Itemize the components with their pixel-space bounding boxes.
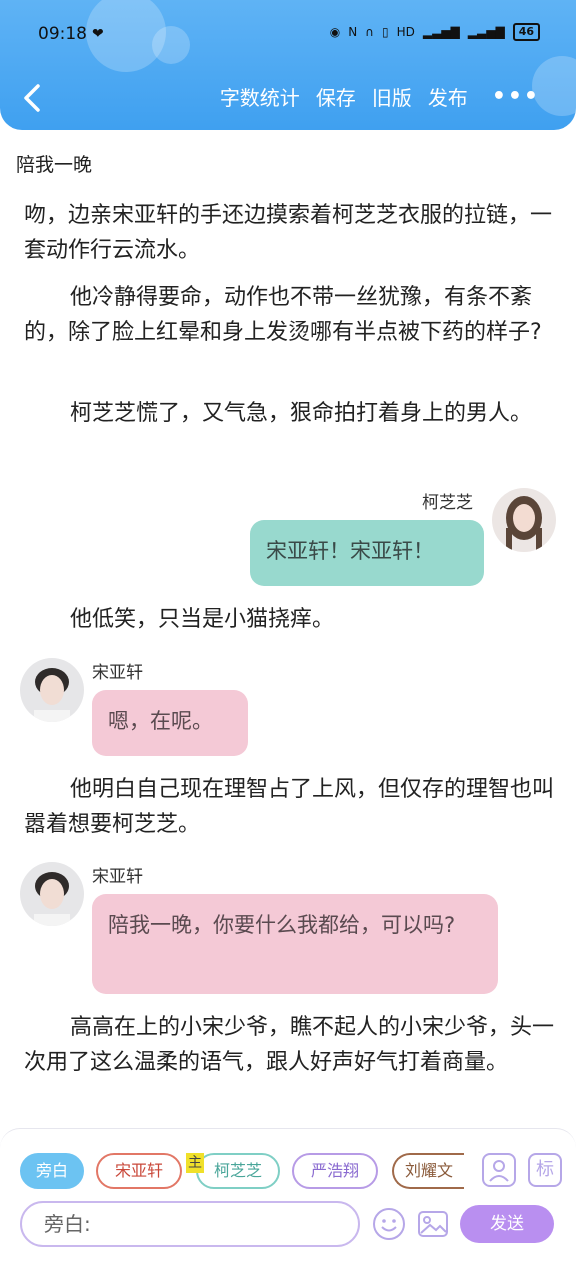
narration-paragraph[interactable]: 他冷静得要命，动作也不带一丝犹豫，有条不紊的，除了脸上红晕和身上发烫哪有半点被下… <box>24 280 554 350</box>
eye-icon: ◉ <box>329 25 341 39</box>
signal-2-icon: ▂▃▅▇ <box>467 25 505 39</box>
speaker-name: 柯芝芝 <box>422 493 473 513</box>
male-portrait-icon <box>20 658 84 722</box>
chevron-left-icon <box>24 84 40 112</box>
person-icon <box>489 1160 509 1182</box>
app-header: 09:18 ❤ ◉ N ∩ ▯ HD ▂▃▅▇ ▂▃▅▇ 46 字数统计 保存 … <box>0 0 576 130</box>
word-count-button[interactable]: 字数统计 <box>220 82 300 111</box>
emoji-button[interactable] <box>372 1207 406 1241</box>
composer-panel: 旁白 宋亚轩 柯芝芝 主 严浩翔 刘耀文 标 旁白: 发送 <box>0 1128 576 1280</box>
narration-paragraph[interactable]: 吻，边亲宋亚轩的手还边摸索着柯芝芝衣服的拉链，一套动作行云流水。 <box>24 198 554 268</box>
image-button[interactable] <box>416 1207 450 1241</box>
main-character-badge: 主 <box>186 1153 204 1173</box>
old-version-button[interactable]: 旧版 <box>372 82 412 111</box>
clock: 09:18 <box>38 24 87 44</box>
dialog-bubble[interactable]: 宋亚轩！宋亚轩！ <box>250 520 484 586</box>
role-chip-yanhaoxiang[interactable]: 严浩翔 <box>292 1153 378 1189</box>
back-button[interactable] <box>18 82 48 114</box>
publish-button[interactable]: 发布 <box>428 82 468 111</box>
signal-1-icon: ▂▃▅▇ <box>422 25 460 39</box>
narration-paragraph[interactable]: 他明白自己现在理智占了上风，但仅存的理智也叫嚣着想要柯芝芝。 <box>24 772 554 842</box>
narration-paragraph[interactable]: 高高在上的小宋少爷，瞧不起人的小宋少爷，头一次用了这么温柔的语气，跟人好声好气打… <box>24 1010 554 1080</box>
avatar-songyaxuan[interactable] <box>20 862 84 926</box>
male-portrait-icon <box>20 862 84 926</box>
female-portrait-icon <box>492 488 556 552</box>
vibrate-icon: ▯ <box>381 25 389 39</box>
chapter-title[interactable]: 陪我一晚 <box>16 150 92 177</box>
narration-paragraph[interactable]: 他低笑，只当是小猫挠痒。 <box>24 602 554 637</box>
role-manage-button[interactable] <box>482 1153 516 1187</box>
speaker-name: 宋亚轩 <box>92 867 143 887</box>
narration-paragraph[interactable]: 柯芝芝慌了，又气急，狠命拍打着身上的男人。 <box>24 396 554 431</box>
headphones-icon: ∩ <box>365 25 374 39</box>
role-chip-narration[interactable]: 旁白 <box>20 1153 84 1189</box>
battery-icon: 46 <box>512 23 540 41</box>
role-chip-liuyaowen[interactable]: 刘耀文 <box>392 1153 464 1189</box>
dialog-bubble[interactable]: 嗯，在呢。 <box>92 690 248 756</box>
role-chip-kezhizhi[interactable]: 柯芝芝 <box>196 1153 280 1189</box>
editor-toolbar: 字数统计 保存 旧版 发布 ••• <box>0 76 576 120</box>
more-button[interactable]: ••• <box>492 84 540 109</box>
status-icons: ◉ N ∩ ▯ HD ▂▃▅▇ ▂▃▅▇ 46 <box>330 23 540 41</box>
avatar-songyaxuan[interactable] <box>20 658 84 722</box>
send-button[interactable]: 发送 <box>460 1205 554 1243</box>
image-icon <box>418 1211 448 1237</box>
mark-button[interactable]: 标 <box>528 1153 562 1187</box>
status-bar: 09:18 ❤ ◉ N ∩ ▯ HD ▂▃▅▇ ▂▃▅▇ 46 <box>0 0 576 70</box>
nfc-icon: N <box>348 25 358 39</box>
dialog-bubble[interactable]: 陪我一晚，你要什么我都给，可以吗? <box>92 894 498 994</box>
hd-icon: HD <box>396 25 415 39</box>
avatar-kezhizhi[interactable] <box>492 488 556 552</box>
speaker-name: 宋亚轩 <box>92 663 143 683</box>
role-chip-songyaxuan[interactable]: 宋亚轩 <box>96 1153 182 1189</box>
narration-input[interactable]: 旁白: <box>20 1201 360 1247</box>
heart-shield-icon: ❤ <box>92 26 104 42</box>
save-button[interactable]: 保存 <box>316 82 356 111</box>
smiley-icon <box>373 1208 405 1240</box>
